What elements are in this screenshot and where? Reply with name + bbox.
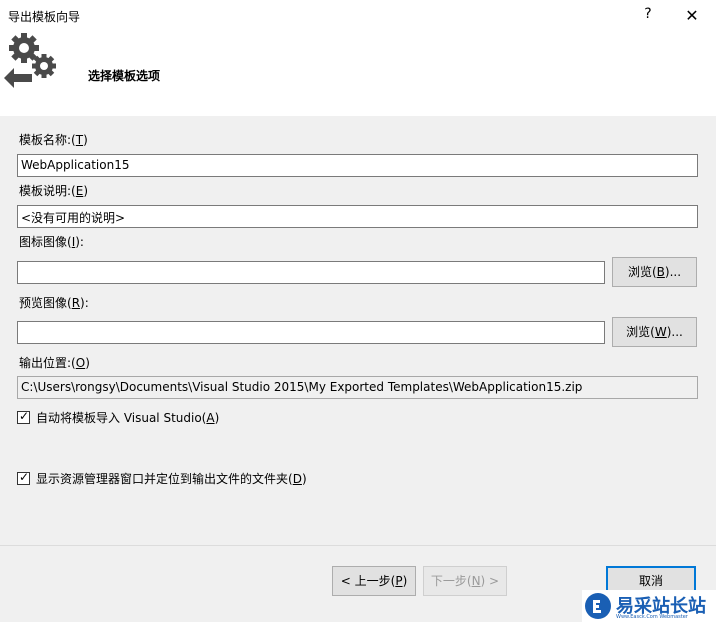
show-explorer-label: 显示资源管理器窗口并定位到输出文件的文件夹(D) <box>36 472 307 486</box>
gears-export-icon <box>4 33 56 88</box>
preview-image-label: 预览图像(R): <box>19 296 89 310</box>
page-title: 选择模板选项 <box>88 69 161 83</box>
icon-image-label: 图标图像(I): <box>19 235 84 249</box>
prev-button[interactable]: < 上一步(P) <box>332 566 416 596</box>
output-location-input[interactable]: C:\Users\rongsy\Documents\Visual Studio … <box>17 376 698 399</box>
show-explorer-checkbox[interactable] <box>17 470 30 485</box>
window-title: 导出模板向导 <box>8 10 81 24</box>
output-location-label: 输出位置:(O) <box>19 356 90 370</box>
close-button[interactable]: ✕ <box>682 6 702 26</box>
preview-image-input[interactable] <box>17 321 605 344</box>
icon-image-input[interactable] <box>17 261 605 284</box>
title-bar: 导出模板向导 ? ✕ <box>0 0 716 32</box>
browse-icon-button[interactable]: 浏览(B)... <box>612 257 697 287</box>
footer-divider <box>0 545 716 546</box>
watermark-subtext: Www.Easck.Com Webmaster <box>616 614 688 620</box>
next-button[interactable]: 下一步(N) > <box>423 566 507 596</box>
site-logo-icon <box>585 593 611 619</box>
template-name-input[interactable]: WebApplication15 <box>17 154 698 177</box>
watermark: 易采站长站 Www.Easck.Com Webmaster <box>582 590 716 622</box>
template-desc-label: 模板说明:(E) <box>19 184 89 198</box>
help-button[interactable]: ? <box>638 6 658 26</box>
auto-import-checkbox[interactable] <box>17 409 30 424</box>
auto-import-label: 自动将模板导入 Visual Studio(A) <box>36 411 220 425</box>
wizard-header: 选择模板选项 <box>0 32 716 116</box>
template-name-label: 模板名称:(T) <box>19 133 88 147</box>
template-desc-input[interactable]: <没有可用的说明> <box>17 205 698 228</box>
browse-preview-button[interactable]: 浏览(W)... <box>612 317 697 347</box>
